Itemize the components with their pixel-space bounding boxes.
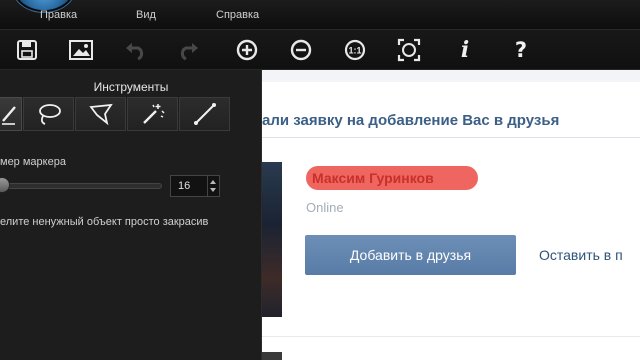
leave-in-subscribers-link[interactable]: Оставить в п [539, 247, 623, 263]
tool-marker[interactable] [0, 97, 22, 131]
magic-wand-icon [142, 104, 165, 124]
spinbox-arrows[interactable] [207, 176, 219, 196]
open-image-button[interactable] [68, 37, 94, 63]
page-top-strip [262, 70, 640, 82]
actual-size-label: 1:1 [348, 46, 361, 56]
marker-size-value[interactable]: 16 [178, 180, 190, 192]
marker-size-label: мер маркера [0, 156, 66, 168]
user-name[interactable]: Максим Гуринков [312, 170, 434, 186]
marker-size-slider[interactable] [0, 183, 162, 189]
tools-panel: Инструменты мер маркера 16 елите ненужны… [0, 70, 262, 360]
image-canvas[interactable]: али заявку на добавление Вас в друзья Ма… [262, 70, 640, 360]
redo-button[interactable] [176, 37, 202, 63]
divider [262, 336, 640, 337]
info-icon: i [460, 37, 470, 63]
menu-help[interactable]: Справка [216, 9, 259, 21]
marker-size-slider-thumb[interactable] [0, 177, 10, 193]
tool-polygon-lasso[interactable] [75, 97, 126, 131]
fit-to-window-icon [397, 38, 421, 62]
undo-icon [126, 43, 144, 60]
marker-size-spinbox[interactable]: 16 [170, 175, 220, 197]
add-friend-button[interactable]: Добавить в друзья [305, 235, 516, 275]
panel-title: Инструменты [93, 80, 169, 94]
zoom-in-button[interactable] [234, 37, 260, 63]
undo-button[interactable] [122, 37, 148, 63]
marker-icon [2, 106, 16, 125]
tool-hint: елите ненужный объект просто закрасив [0, 216, 209, 228]
help-icon: ? [514, 38, 528, 62]
zoom-out-icon [290, 39, 312, 61]
menu-view[interactable]: Вид [136, 9, 156, 21]
divider [262, 137, 640, 138]
menu-edit[interactable]: Правка [40, 9, 77, 21]
user-photo[interactable] [262, 162, 282, 317]
help-button[interactable]: ? [508, 37, 534, 63]
redo-icon [180, 43, 198, 60]
tool-lasso[interactable] [23, 97, 74, 131]
zoom-out-button[interactable] [288, 37, 314, 63]
info-button[interactable]: i [452, 37, 478, 63]
lasso-icon [38, 104, 61, 125]
actual-size-icon: 1:1 [344, 39, 366, 61]
actual-size-button[interactable]: 1:1 [342, 37, 368, 63]
image-icon [69, 40, 93, 60]
tool-row [0, 97, 231, 131]
user-status: Online [306, 200, 344, 215]
tool-magic-wand[interactable] [127, 97, 178, 131]
zoom-in-icon [236, 39, 258, 61]
spin-up-icon[interactable] [210, 180, 216, 184]
tool-line[interactable] [179, 97, 230, 131]
next-user-photo [262, 352, 282, 360]
toolbar: 1:1 i ? [0, 30, 640, 70]
save-button[interactable] [14, 37, 40, 63]
menubar: Правка Вид Справка [0, 0, 640, 30]
line-icon [193, 103, 216, 125]
spin-down-icon[interactable] [210, 188, 216, 192]
polygon-lasso-icon [88, 103, 113, 126]
fit-to-window-button[interactable] [396, 37, 422, 63]
friend-request-title: али заявку на добавление Вас в друзья [262, 112, 560, 129]
save-icon [17, 40, 37, 60]
